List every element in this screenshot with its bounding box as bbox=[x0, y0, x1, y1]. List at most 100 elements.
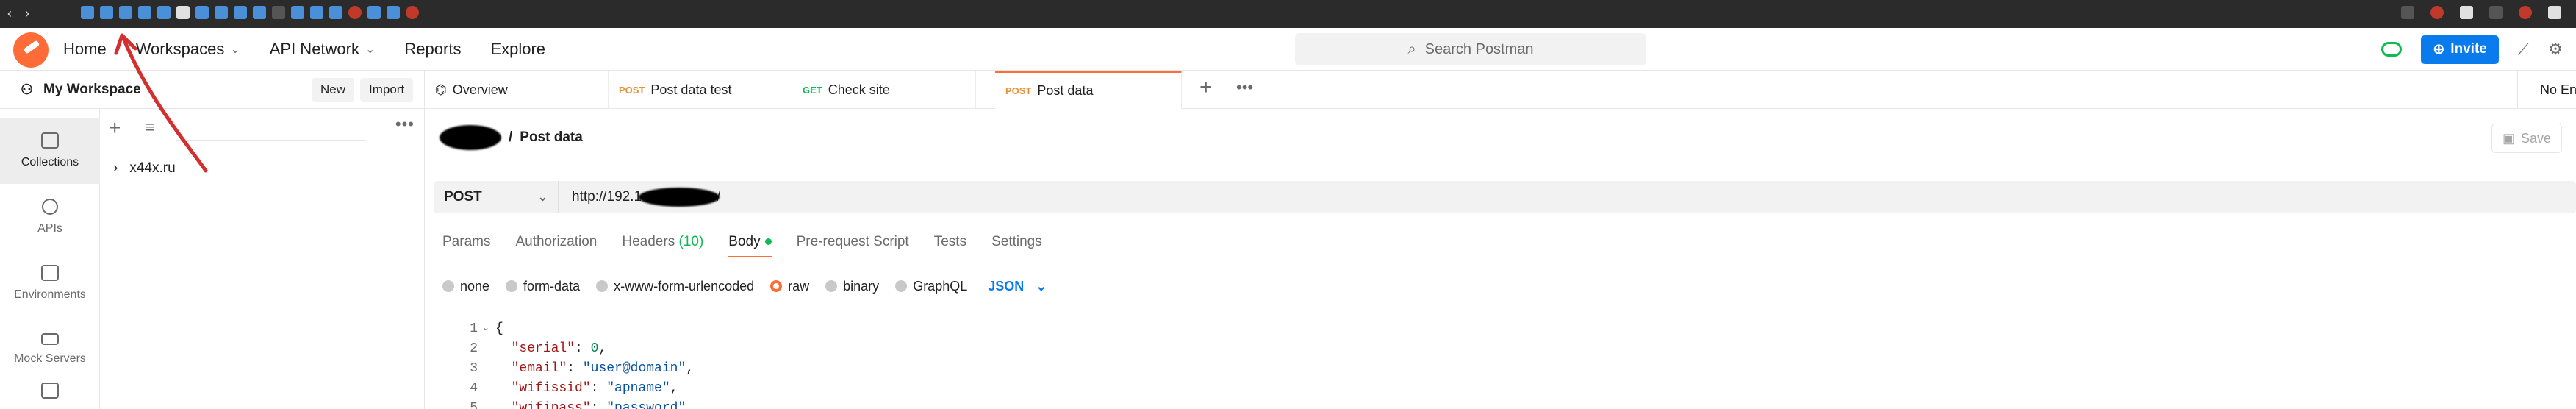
new-button[interactable]: New bbox=[312, 78, 355, 102]
app-icon[interactable] bbox=[234, 6, 247, 19]
app-icon[interactable] bbox=[81, 6, 94, 19]
environments-icon bbox=[41, 265, 59, 281]
json-key: "wifipass" bbox=[511, 401, 591, 409]
tab-settings[interactable]: Settings bbox=[991, 234, 1042, 257]
nav-reports[interactable]: Reports bbox=[404, 40, 461, 59]
nav-workspaces[interactable]: Workspaces ⌄ bbox=[136, 40, 240, 59]
add-collection-icon[interactable]: + bbox=[109, 116, 121, 140]
method-select[interactable]: POST ⌄ bbox=[434, 181, 559, 213]
app-icon[interactable] bbox=[387, 6, 400, 19]
nav-home[interactable]: Home bbox=[63, 40, 107, 59]
tray-icon[interactable] bbox=[2548, 6, 2561, 19]
tray-icon[interactable] bbox=[2489, 6, 2503, 19]
radio-binary[interactable]: binary bbox=[825, 279, 879, 294]
import-button[interactable]: Import bbox=[360, 78, 414, 102]
chevron-down-icon: ⌄ bbox=[537, 191, 548, 204]
url-input[interactable]: http://192.1 / bbox=[572, 181, 720, 213]
tab-post-data[interactable]: POST Post data bbox=[995, 71, 1182, 109]
app-icon[interactable] bbox=[291, 6, 304, 19]
collection-item[interactable]: › x44x.ru bbox=[113, 160, 176, 177]
chevron-right-icon[interactable]: › bbox=[113, 160, 118, 177]
tab-pre-request-script[interactable]: Pre-request Script bbox=[797, 234, 909, 257]
sidebar-item-label: Collections bbox=[21, 156, 79, 168]
sidebar-item-collections[interactable]: Collections bbox=[0, 118, 100, 184]
add-user-icon: ⊕ bbox=[2433, 41, 2445, 57]
gear-icon[interactable]: ⚙ bbox=[2548, 40, 2563, 59]
app-icon[interactable] bbox=[406, 6, 419, 19]
radio-label: binary bbox=[843, 278, 880, 294]
app-icon[interactable] bbox=[157, 6, 171, 19]
redacted-mark bbox=[440, 125, 501, 150]
app-icon[interactable] bbox=[176, 6, 190, 19]
new-tab-icon[interactable]: + bbox=[1199, 75, 1213, 100]
more-tabs-icon[interactable]: ••• bbox=[1236, 78, 1253, 97]
app-icon[interactable] bbox=[348, 6, 362, 19]
request-title[interactable]: Post data bbox=[520, 129, 583, 146]
tray-icon[interactable] bbox=[2430, 6, 2444, 19]
app-icon[interactable] bbox=[253, 6, 266, 19]
app-icon[interactable] bbox=[195, 6, 209, 19]
format-select[interactable]: JSON ⌄ bbox=[988, 279, 1047, 294]
sidebar-item-label: APIs bbox=[37, 222, 62, 235]
save-button[interactable]: ▣ Save bbox=[2491, 124, 2563, 153]
radio-icon bbox=[895, 280, 908, 292]
sync-status-icon[interactable] bbox=[2381, 42, 2403, 57]
search-input[interactable]: ⌕ Search Postman bbox=[1295, 33, 1646, 65]
collections-panel: + ≡ ••• › x44x.ru bbox=[100, 109, 425, 409]
tab-authorization[interactable]: Authorization bbox=[515, 234, 597, 257]
app-icon[interactable] bbox=[310, 6, 323, 19]
radio-label: form-data bbox=[523, 278, 581, 294]
overview-icon: ⌬ bbox=[435, 82, 447, 97]
body-editor[interactable]: 1 2 3 4 5 ⌄ { "serial": 0, "email": "use… bbox=[434, 316, 2576, 409]
fold-icon[interactable]: ⌄ bbox=[482, 322, 489, 332]
divider bbox=[176, 140, 366, 141]
workspace-name: My Workspace bbox=[43, 82, 141, 97]
environment-selector[interactable]: No Env bbox=[2517, 71, 2576, 109]
tab-body[interactable]: Body bbox=[728, 234, 772, 257]
radio-form-data[interactable]: form-data bbox=[506, 279, 580, 294]
forward-arrow-icon[interactable]: › bbox=[25, 6, 29, 21]
postman-logo-icon[interactable] bbox=[13, 32, 49, 68]
json-value: 0 bbox=[590, 341, 599, 356]
json-value: "apname" bbox=[606, 381, 670, 396]
nav-explore[interactable]: Explore bbox=[490, 40, 545, 59]
radio-graphql[interactable]: GraphQL bbox=[895, 279, 967, 294]
environment-label: No Env bbox=[2540, 82, 2576, 97]
save-label: Save bbox=[2521, 130, 2552, 146]
json-key: "wifissid" bbox=[511, 381, 591, 396]
sidebar-item-apis[interactable]: APIs bbox=[0, 184, 100, 250]
sidebar-item-mock-servers[interactable]: Mock Servers bbox=[0, 316, 100, 383]
chevron-down-icon: ⌄ bbox=[1036, 278, 1047, 294]
app-icon[interactable] bbox=[119, 6, 132, 19]
tray-icon[interactable] bbox=[2460, 6, 2473, 19]
back-arrow-icon[interactable]: ‹ bbox=[7, 6, 12, 21]
app-icon[interactable] bbox=[272, 6, 285, 19]
tray-icon[interactable] bbox=[2401, 6, 2414, 19]
tab-tests[interactable]: Tests bbox=[934, 234, 966, 257]
tab-params[interactable]: Params bbox=[442, 234, 490, 257]
filter-icon[interactable]: ≡ bbox=[146, 118, 155, 137]
app-icon[interactable] bbox=[138, 6, 151, 19]
tab-overview[interactable]: ⌬ Overview bbox=[425, 71, 609, 109]
nav-api-network[interactable]: API Network ⌄ bbox=[270, 40, 376, 59]
sidebar-item-monitors[interactable] bbox=[0, 383, 100, 409]
satellite-icon[interactable]: ⟋ bbox=[2518, 40, 2529, 59]
radio-urlencoded[interactable]: x-www-form-urlencoded bbox=[596, 279, 754, 294]
app-icon[interactable] bbox=[100, 6, 113, 19]
chevron-down-icon: ⌄ bbox=[365, 43, 376, 56]
radio-none[interactable]: none bbox=[442, 279, 489, 294]
more-options-icon[interactable]: ••• bbox=[395, 115, 415, 134]
request-breadcrumb: / Post data bbox=[440, 125, 583, 150]
app-icon[interactable] bbox=[367, 6, 381, 19]
header-actions: ⊕ Invite ⟋ ⚙ bbox=[2381, 28, 2576, 71]
tab-headers[interactable]: Headers (10) bbox=[622, 234, 703, 257]
invite-label: Invite bbox=[2450, 41, 2487, 57]
app-icon[interactable] bbox=[329, 6, 342, 19]
invite-button[interactable]: ⊕ Invite bbox=[2421, 35, 2499, 64]
sidebar-item-environments[interactable]: Environments bbox=[0, 250, 100, 316]
tab-check-site[interactable]: GET Check site bbox=[792, 71, 976, 109]
app-icon[interactable] bbox=[215, 6, 228, 19]
radio-raw[interactable]: raw bbox=[770, 279, 809, 294]
tray-icon[interactable] bbox=[2519, 6, 2532, 19]
tab-post-data-test[interactable]: POST Post data test bbox=[609, 71, 792, 109]
